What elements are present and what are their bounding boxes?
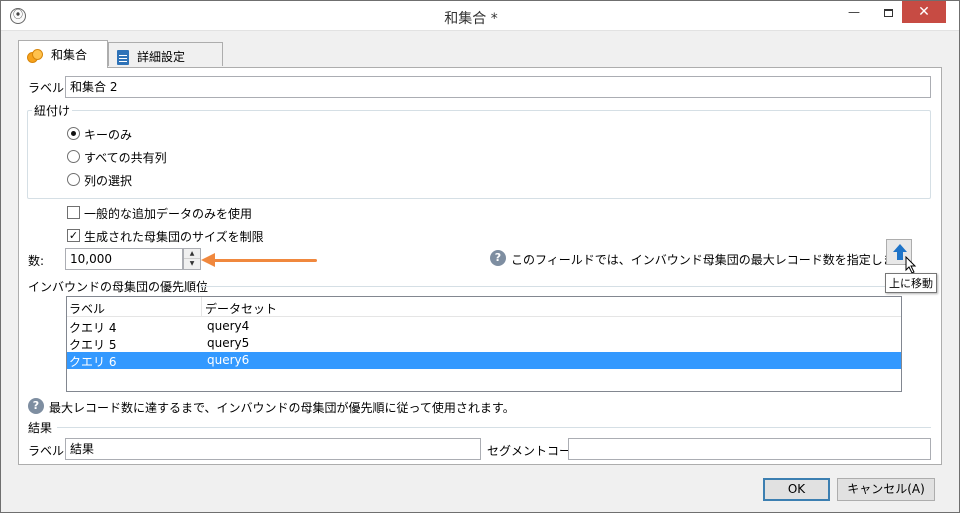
row-label: クエリ 6 xyxy=(69,355,117,369)
tab-advanced[interactable]: 詳細設定 xyxy=(108,42,223,66)
tab-advanced-label: 詳細設定 xyxy=(137,50,186,64)
radio-keys-only[interactable] xyxy=(67,127,80,140)
stepper-down-icon[interactable]: ▼ xyxy=(184,259,200,269)
up-arrow-icon xyxy=(893,244,907,252)
cancel-button[interactable]: キャンセル(A) xyxy=(837,478,935,501)
annotation-arrow-line xyxy=(213,259,317,262)
segment-code-input[interactable] xyxy=(568,438,931,460)
priority-section-title: インバウンドの母集団の優先順位 xyxy=(28,280,209,294)
list-header: ラベル データセット xyxy=(67,297,901,317)
result-label-caption: ラベル: xyxy=(28,444,69,458)
count-stepper[interactable]: ▲ ▼ xyxy=(183,248,201,270)
priority-separator xyxy=(199,286,931,287)
tab-panel-union: ラベル: 和集合 2 紐付け キーのみ すべての共有列 列の選択 一般的な追加デ… xyxy=(18,67,942,465)
title-bar: ⦿ 和集合 * — ✕ xyxy=(1,1,959,31)
tab-union-label: 和集合 xyxy=(51,48,88,62)
row-dataset: query4 xyxy=(207,319,250,333)
maximize-icon xyxy=(883,8,893,17)
table-row[interactable]: クエリ 5 query5 xyxy=(67,335,901,352)
priority-help-text: 最大レコード数に達するまで、インバウンドの母集団が優先順に従って使用されます。 xyxy=(49,401,515,415)
result-section-title: 結果 xyxy=(28,421,53,435)
row-label: クエリ 4 xyxy=(69,321,117,335)
table-row[interactable]: クエリ 4 query4 xyxy=(67,318,901,335)
row-dataset: query5 xyxy=(207,336,250,350)
minimize-button[interactable]: — xyxy=(837,1,871,23)
radio-keys-only-label[interactable]: キーのみ xyxy=(84,126,132,143)
union-icon xyxy=(27,48,43,63)
tab-union[interactable]: 和集合 xyxy=(18,40,108,68)
column-header-dataset[interactable]: データセット xyxy=(205,300,277,317)
ok-button[interactable]: OK xyxy=(763,478,830,501)
inbound-priority-list[interactable]: ラベル データセット クエリ 4 query4 クエリ 5 query5 クエリ… xyxy=(66,296,902,392)
checkbox-common-data-only[interactable] xyxy=(67,206,80,219)
radio-all-shared-columns[interactable] xyxy=(67,150,80,163)
count-input[interactable]: 10,000 xyxy=(65,248,183,270)
row-dataset: query6 xyxy=(207,353,250,367)
join-group-title: 紐付け xyxy=(34,104,71,118)
radio-select-columns-label[interactable]: 列の選択 xyxy=(84,172,132,189)
mouse-cursor-icon xyxy=(905,256,917,274)
window-title: 和集合 * xyxy=(444,11,498,27)
result-label-input[interactable]: 結果 xyxy=(65,438,481,460)
close-button[interactable]: ✕ xyxy=(902,1,946,23)
label-input[interactable]: 和集合 2 xyxy=(65,76,931,98)
label-caption: ラベル: xyxy=(28,81,69,95)
radio-select-columns[interactable] xyxy=(67,173,80,186)
column-header-label[interactable]: ラベル xyxy=(69,300,105,317)
column-divider[interactable] xyxy=(201,297,202,317)
priority-help-icon: ? xyxy=(28,398,44,414)
clipboard-icon xyxy=(117,50,129,65)
row-label: クエリ 5 xyxy=(69,338,117,352)
dialog-window: ⦿ 和集合 * — ✕ 和集合 詳細設定 ラベル: 和集合 2 紐付け キーのみ… xyxy=(0,0,960,513)
result-separator xyxy=(57,427,931,428)
maximize-button[interactable] xyxy=(871,1,905,23)
radio-all-shared-columns-label[interactable]: すべての共有列 xyxy=(84,149,167,166)
stepper-up-icon[interactable]: ▲ xyxy=(184,249,200,259)
count-help-text: このフィールドでは、インバウンド母集団の最大レコード数を指定します。 xyxy=(511,253,918,267)
up-arrow-stem xyxy=(897,252,903,260)
count-caption: 数: xyxy=(28,254,45,268)
checkbox-common-data-only-label[interactable]: 一般的な追加データのみを使用 xyxy=(84,205,252,222)
checkbox-limit-size[interactable]: ✓ xyxy=(67,229,80,242)
checkbox-limit-size-label[interactable]: 生成された母集団のサイズを制限 xyxy=(84,228,264,245)
move-up-tooltip: 上に移動 xyxy=(885,273,937,293)
table-row-selected[interactable]: クエリ 6 query6 xyxy=(67,352,901,369)
count-help-icon: ? xyxy=(490,250,506,266)
